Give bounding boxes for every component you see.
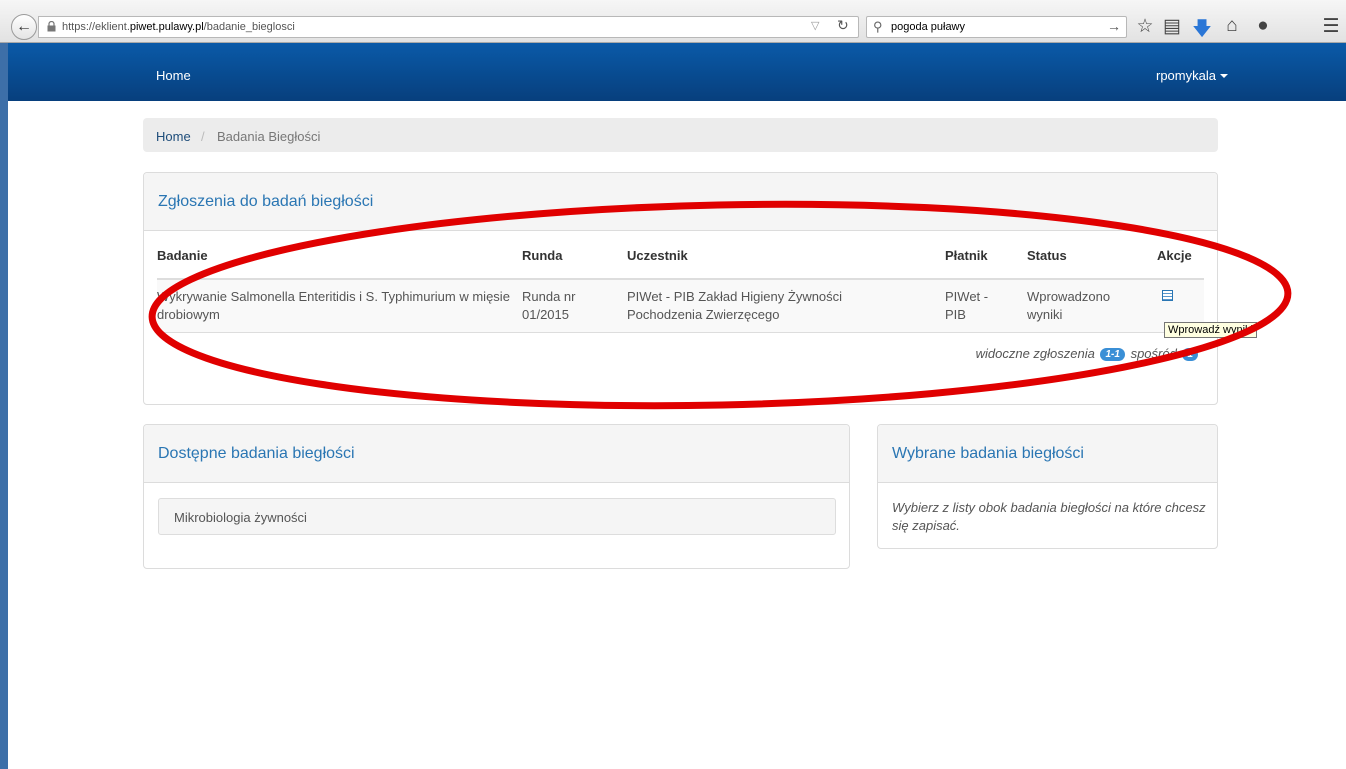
table-row: Wykrywanie Salmonella Enteritidis i S. T…	[157, 279, 1204, 333]
user-menu-dropdown[interactable]: rpomykala	[1156, 68, 1228, 83]
address-bar[interactable]: https://eklient.piwet.pulawy.pl/badanie_…	[38, 16, 859, 38]
chat-icon[interactable]: ●	[1251, 15, 1275, 37]
search-icon: ⚲	[873, 19, 883, 34]
selected-tests-panel: Wybrane badania biegłości Wybierz z list…	[877, 424, 1218, 549]
cell-status: Wprowadzono wyniki	[1027, 279, 1157, 333]
tooltip-enter-results: Wprowadź wyniki	[1164, 322, 1257, 338]
search-input[interactable]: ⚲ pogoda puławy →	[866, 16, 1127, 38]
history-dropdown-icon[interactable]: ▽	[811, 19, 819, 32]
top-navbar: Home rpomykala	[8, 43, 1346, 101]
selected-tests-hint: Wybierz z listy obok badania biegłości n…	[892, 500, 1206, 533]
cell-platnik: PIWet - PIB	[945, 279, 1027, 333]
reading-list-icon[interactable]: ▤	[1160, 15, 1184, 38]
search-go-arrow-icon[interactable]: →	[1107, 18, 1121, 34]
pager-prefix: widoczne zgłoszenia	[975, 346, 1095, 361]
pager-range-badge: 1-1	[1100, 348, 1125, 361]
column-header: Badanie	[157, 248, 522, 280]
cell-runda: Runda nr 01/2015	[522, 279, 627, 333]
column-header: Płatnik	[945, 248, 1027, 280]
enter-results-list-icon[interactable]	[1162, 290, 1173, 301]
reload-icon[interactable]: ↻	[837, 17, 849, 34]
back-arrow-icon[interactable]: ←	[11, 14, 37, 40]
column-header: Runda	[522, 248, 627, 280]
column-header: Uczestnik	[627, 248, 945, 280]
breadcrumb: Home / Badania Biegłości	[143, 118, 1218, 152]
cell-uczestnik: PIWet - PIB Zakład Higieny Żywności Poch…	[627, 279, 945, 333]
user-name: rpomykala	[1156, 68, 1216, 83]
breadcrumb-home-link[interactable]: Home	[156, 129, 191, 144]
breadcrumb-separator: /	[201, 129, 205, 144]
column-header: Status	[1027, 248, 1157, 280]
available-tests-panel: Dostępne badania biegłości Mikrobiologia…	[143, 424, 850, 569]
home-icon[interactable]: ⌂	[1220, 15, 1244, 37]
breadcrumb-current: Badania Biegłości	[217, 129, 321, 144]
applications-panel-header: Zgłoszenia do badań biegłości	[144, 173, 1217, 231]
applications-table: Badanie Runda Uczestnik Płatnik Status A…	[157, 248, 1204, 333]
menu-hamburger-icon[interactable]: ☰	[1319, 15, 1343, 38]
applications-panel: Zgłoszenia do badań biegłości Badanie Ru…	[143, 172, 1218, 405]
pager-middle: spośród	[1130, 346, 1177, 361]
selected-tests-title: Wybrane badania biegłości	[892, 445, 1084, 462]
column-header: Akcje	[1157, 248, 1204, 280]
available-tests-header: Dostępne badania biegłości	[144, 425, 849, 483]
cell-badanie: Wykrywanie Salmonella Enteritidis i S. T…	[157, 279, 522, 333]
list-item[interactable]: Mikrobiologia żywności	[158, 498, 836, 535]
lock-icon	[47, 21, 56, 32]
browser-toolbar: ← https://eklient.piwet.pulawy.pl/badani…	[0, 0, 1346, 43]
search-value: pogoda puławy	[891, 21, 966, 33]
applications-panel-title: Zgłoszenia do badań biegłości	[158, 193, 374, 210]
available-tests-title: Dostępne badania biegłości	[158, 445, 355, 462]
table-header-row: Badanie Runda Uczestnik Płatnik Status A…	[157, 248, 1204, 280]
selected-tests-header: Wybrane badania biegłości	[878, 425, 1217, 483]
pager-total-badge: 1	[1182, 348, 1198, 361]
bookmark-star-icon[interactable]: ☆	[1133, 15, 1157, 38]
pagination-summary: widoczne zgłoszenia 1-1 spośród 1	[976, 346, 1200, 361]
nav-home-link[interactable]: Home	[156, 68, 191, 83]
caret-down-icon	[1219, 74, 1228, 78]
url-text: https://eklient.piwet.pulawy.pl/badanie_…	[62, 21, 295, 33]
